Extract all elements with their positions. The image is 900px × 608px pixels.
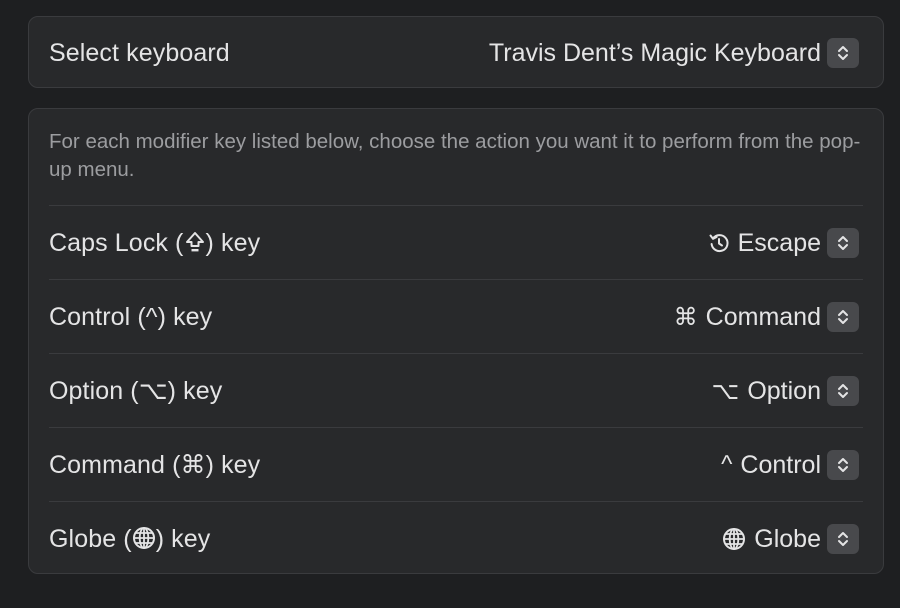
up-down-chevron-icon[interactable]	[827, 524, 859, 554]
modifier-row-caps-lock: Caps Lock () key Escape	[29, 206, 883, 280]
modifier-label-control: Control (^) key	[49, 302, 213, 331]
command-key-glyph: ⌘	[673, 303, 698, 331]
modifier-label-caps-lock: Caps Lock () key	[49, 228, 261, 257]
keyboard-select-label: Select keyboard	[49, 38, 230, 67]
keyboard-select-panel: Select keyboard Travis Dent’s Magic Keyb…	[28, 16, 884, 88]
keyboard-select-row: Select keyboard Travis Dent’s Magic Keyb…	[29, 17, 883, 89]
modifier-row-globe: Globe () key Globe	[29, 502, 883, 576]
modifier-keys-description: For each modifier key listed below, choo…	[49, 130, 861, 181]
option-key-glyph: ⌥	[711, 377, 740, 405]
caps-lock-icon	[185, 231, 204, 251]
control-key-glyph: ^	[145, 302, 158, 331]
modifier-popup-control[interactable]: ⌘ Command	[674, 302, 859, 332]
control-key-glyph: ^	[721, 451, 733, 478]
up-down-chevron-icon[interactable]	[827, 376, 859, 406]
option-key-glyph: ⌥	[138, 377, 168, 405]
up-down-chevron-icon[interactable]	[827, 450, 859, 480]
restore-icon	[708, 232, 730, 254]
modifier-popup-option[interactable]: ⌥ Option	[712, 376, 859, 406]
modifier-value-option: Option	[747, 376, 821, 405]
modifier-value-caps-lock: Escape	[737, 228, 821, 257]
modifier-keys-panel: For each modifier key listed below, choo…	[28, 108, 884, 574]
modifier-row-control: Control (^) key ⌘ Command	[29, 280, 883, 354]
modifier-label-option: Option (⌥) key	[49, 377, 223, 405]
globe-icon	[132, 526, 155, 549]
up-down-chevron-icon[interactable]	[827, 228, 859, 258]
modifier-value-control: Command	[705, 302, 821, 331]
command-key-glyph: ⌘	[180, 451, 206, 479]
up-down-chevron-icon[interactable]	[827, 302, 859, 332]
modifier-popup-globe[interactable]: Globe	[722, 524, 859, 554]
modifier-row-command: Command (⌘) key ^ Control	[29, 428, 883, 502]
up-down-chevron-icon[interactable]	[827, 38, 859, 68]
modifier-label-command: Command (⌘) key	[49, 451, 261, 479]
globe-icon	[722, 527, 746, 551]
modifier-popup-caps-lock[interactable]: Escape	[708, 228, 859, 258]
modifier-label-globe: Globe () key	[49, 524, 211, 553]
modifier-value-command: Control	[740, 450, 821, 479]
modifier-popup-command[interactable]: ^ Control	[721, 450, 859, 480]
keyboard-select-value: Travis Dent’s Magic Keyboard	[488, 38, 821, 67]
modifier-row-option: Option (⌥) key ⌥ Option	[29, 354, 883, 428]
modifier-value-globe: Globe	[754, 524, 821, 553]
keyboard-select-popup[interactable]: Travis Dent’s Magic Keyboard	[489, 38, 859, 68]
